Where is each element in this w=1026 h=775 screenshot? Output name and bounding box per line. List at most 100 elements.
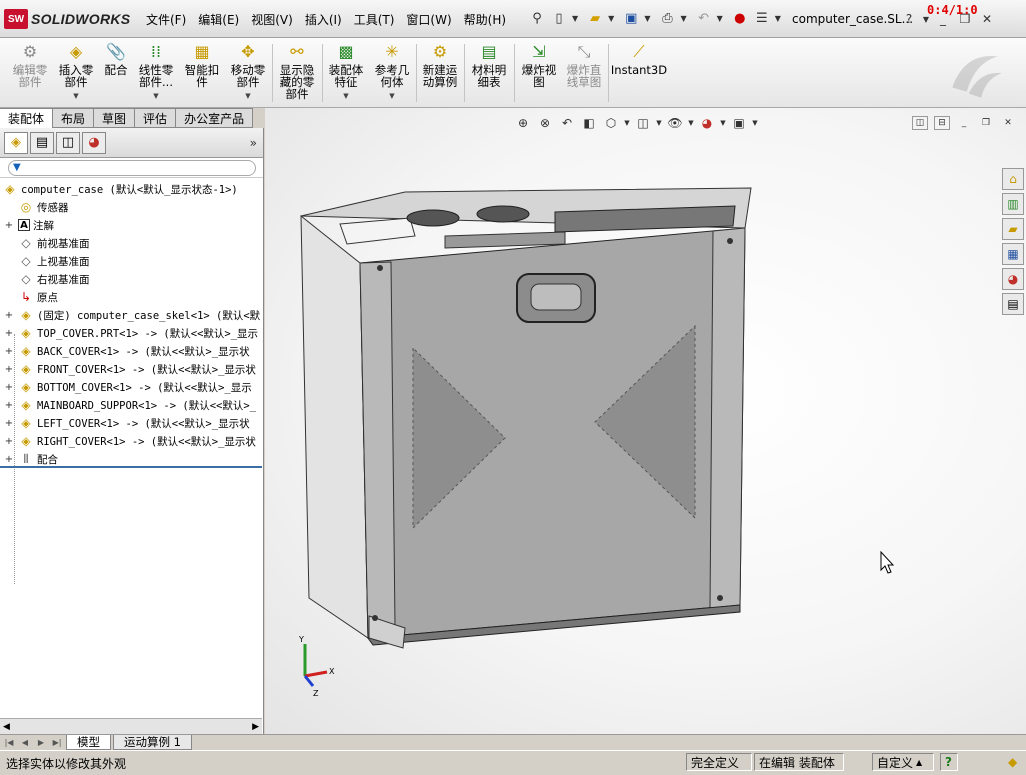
explode-line-sketch-button[interactable]: ⤡ 爆炸直 线草图 xyxy=(562,42,606,89)
graphics-area[interactable]: ⊕ ⊗ ↶ ◧ ⬡ ▼ ◫ ▼ 👁 ▼ ◕ ▼ ▣ ▼ ◫ ⊟ _ ❐ ✕ Y … xyxy=(265,108,1026,734)
exploded-view-button[interactable]: ⇲ 爆炸视图 xyxy=(517,42,561,89)
options-dropdown-icon[interactable]: ▼ xyxy=(775,14,781,23)
close-icon[interactable]: ✕ xyxy=(978,10,996,28)
expand-toggle-icon[interactable]: + xyxy=(4,346,14,357)
expand-panel-icon[interactable]: » xyxy=(250,136,257,150)
status-help-icon[interactable]: ? xyxy=(940,753,958,771)
tree-item[interactable]: + ◈ MAINBOARD_SUPPOR<1> -> (默认<<默认>_ xyxy=(0,396,263,414)
move-component-dropdown-icon[interactable]: ▼ xyxy=(245,90,250,102)
display-manager-tab-icon[interactable]: ◕ xyxy=(82,131,106,154)
expand-toggle-icon[interactable]: + xyxy=(4,382,14,393)
insert-component-button[interactable]: ◈ 插入零 部件 ▼ xyxy=(54,42,98,102)
menu-edit[interactable]: 编辑(E) xyxy=(192,11,245,28)
tree-item[interactable]: ◇ 上视基准面 xyxy=(0,252,263,270)
reference-geometry-dropdown-icon[interactable]: ▼ xyxy=(389,90,394,102)
tab-evaluate[interactable]: 评估 xyxy=(135,108,177,128)
open-dropdown-icon[interactable]: ▼ xyxy=(608,14,614,23)
expand-toggle-icon[interactable]: + xyxy=(4,310,14,321)
assembly-feature-dropdown-icon[interactable]: ▼ xyxy=(343,90,348,102)
tab-motion-study-1[interactable]: 运动算例 1 xyxy=(113,735,192,750)
filter-funnel-icon[interactable]: ▼ xyxy=(13,162,21,173)
expand-toggle-icon[interactable]: + xyxy=(4,328,14,339)
next-tab-icon[interactable]: ▶ xyxy=(34,737,48,749)
mate-button[interactable]: 📎 配合 xyxy=(100,42,132,77)
tree-item[interactable]: + A 注解 xyxy=(0,216,263,234)
tree-item[interactable]: ◇ 右视基准面 xyxy=(0,270,263,288)
print-icon[interactable]: ⎙ xyxy=(658,9,676,27)
rollback-bar[interactable] xyxy=(0,466,262,468)
save-dropdown-icon[interactable]: ▼ xyxy=(644,14,650,23)
scroll-left-icon[interactable]: ◀ xyxy=(3,722,10,732)
instant3d-button[interactable]: ⟋ Instant3D xyxy=(611,42,667,77)
expand-toggle-icon[interactable]: + xyxy=(4,220,14,231)
feature-filter-input[interactable]: ▼ xyxy=(8,159,256,176)
tree-item[interactable]: + ◈ BACK_COVER<1> -> (默认<<默认>_显示状 xyxy=(0,342,263,360)
linear-pattern-button[interactable]: ⁞⁞ 线性零 部件... ▼ xyxy=(134,42,178,102)
model-canvas[interactable]: Y X Z xyxy=(265,108,1026,734)
tree-item[interactable]: + ◈ BOTTOM_COVER<1> -> (默认<<默认>_显示 xyxy=(0,378,263,396)
property-manager-tab-icon[interactable]: ▤ xyxy=(30,131,54,154)
pin-icon[interactable]: ⚲ xyxy=(528,9,546,27)
new-dropdown-icon[interactable]: ▼ xyxy=(572,14,578,23)
menu-window[interactable]: 窗口(W) xyxy=(400,11,457,28)
menu-insert[interactable]: 插入(I) xyxy=(299,11,348,28)
first-tab-icon[interactable]: |◀ xyxy=(2,737,16,749)
expand-toggle-icon[interactable]: + xyxy=(4,400,14,411)
tab-sketch[interactable]: 草图 xyxy=(94,108,136,128)
scroll-right-icon[interactable]: ▶ xyxy=(252,722,259,732)
menu-view[interactable]: 视图(V) xyxy=(245,11,299,28)
panel-horizontal-scrollbar[interactable]: ◀ ▶ xyxy=(0,718,262,734)
options-list-icon[interactable]: ☰ xyxy=(753,9,771,27)
tab-layout[interactable]: 布局 xyxy=(53,108,95,128)
menu-file[interactable]: 文件(F) xyxy=(140,11,192,28)
undo-icon[interactable]: ↶ xyxy=(695,9,713,27)
configuration-manager-tab-icon[interactable]: ◫ xyxy=(56,131,80,154)
prev-tab-icon[interactable]: ◀ xyxy=(18,737,32,749)
new-motion-study-button[interactable]: ⚙ 新建运 动算例 xyxy=(418,42,462,89)
tab-assembly[interactable]: 装配体 xyxy=(0,108,54,128)
assembly-feature-button[interactable]: ▩ 装配体 特征 ▼ xyxy=(324,42,368,102)
tree-item[interactable]: ◎ 传感器 xyxy=(0,198,263,216)
reference-geometry-button[interactable]: ✳ 参考几 何体 ▼ xyxy=(370,42,414,102)
print-dropdown-icon[interactable]: ▼ xyxy=(680,14,686,23)
insert-component-dropdown-icon[interactable]: ▼ xyxy=(73,90,78,102)
status-units-dropdown[interactable]: 自定义 ▲ xyxy=(872,753,934,771)
feature-manager-tab-icon[interactable]: ◈ xyxy=(4,131,28,154)
tree-item[interactable]: + ◈ LEFT_COVER<1> -> (默认<<默认>_显示状 xyxy=(0,414,263,432)
tab-model[interactable]: 模型 xyxy=(66,735,111,750)
tree-item[interactable]: ◇ 前视基准面 xyxy=(0,234,263,252)
smart-fasteners-button[interactable]: ▦ 智能扣件 xyxy=(180,42,224,89)
tree-root-assembly[interactable]: ◈ computer_case (默认<默认_显示状态-1>) xyxy=(0,180,263,198)
bill-of-materials-button[interactable]: ▤ 材料明 细表 xyxy=(467,42,511,89)
menu-help[interactable]: 帮助(H) xyxy=(458,11,512,28)
expand-toggle-icon[interactable]: + xyxy=(4,454,14,465)
expand-toggle-icon[interactable]: + xyxy=(4,436,14,447)
move-component-button[interactable]: ✥ 移动零 部件 ▼ xyxy=(226,42,270,102)
linear-pattern-dropdown-icon[interactable]: ▼ xyxy=(153,90,158,102)
menu-tools[interactable]: 工具(T) xyxy=(348,11,401,28)
task-pane-custom-properties-icon[interactable]: ▤ xyxy=(1002,293,1024,315)
tree-item[interactable]: + ◈ (固定) computer_case_skel<1> (默认<默 xyxy=(0,306,263,324)
task-pane-library-icon[interactable]: ▥ xyxy=(1002,193,1024,215)
help-question-icon[interactable]: ? xyxy=(900,10,918,28)
tree-item[interactable]: + ◈ TOP_COVER.PRT<1> -> (默认<<默认>_显示 xyxy=(0,324,263,342)
expand-toggle-icon[interactable]: + xyxy=(4,418,14,429)
edit-component-button[interactable]: ⚙ 编辑零 部件 xyxy=(8,42,52,89)
open-folder-icon[interactable]: ▰ xyxy=(586,9,604,27)
undo-dropdown-icon[interactable]: ▼ xyxy=(717,14,723,23)
last-tab-icon[interactable]: ▶| xyxy=(50,737,64,749)
save-icon[interactable]: ▣ xyxy=(622,9,640,27)
tree-item[interactable]: ↳ 原点 xyxy=(0,288,263,306)
task-pane-appearances-icon[interactable]: ◕ xyxy=(1002,268,1024,290)
expand-toggle-icon[interactable]: + xyxy=(4,364,14,375)
rebuild-traffic-light-icon[interactable]: ● xyxy=(731,9,749,27)
show-hidden-components-button[interactable]: ⚯ 显示隐 藏的零 部件 xyxy=(275,42,319,101)
tab-office-products[interactable]: 办公室产品 xyxy=(176,108,254,128)
new-document-icon[interactable]: ▯ xyxy=(550,9,568,27)
task-pane-home-icon[interactable]: ⌂ xyxy=(1002,168,1024,190)
task-pane-file-explorer-icon[interactable]: ▰ xyxy=(1002,218,1024,240)
tree-item[interactable]: + ◈ FRONT_COVER<1> -> (默认<<默认>_显示状 xyxy=(0,360,263,378)
task-pane-view-palette-icon[interactable]: ▦ xyxy=(1002,243,1024,265)
tree-item[interactable]: + ◈ RIGHT_COVER<1> -> (默认<<默认>_显示状 xyxy=(0,432,263,450)
units-dropdown-icon[interactable]: ▲ xyxy=(916,758,922,767)
